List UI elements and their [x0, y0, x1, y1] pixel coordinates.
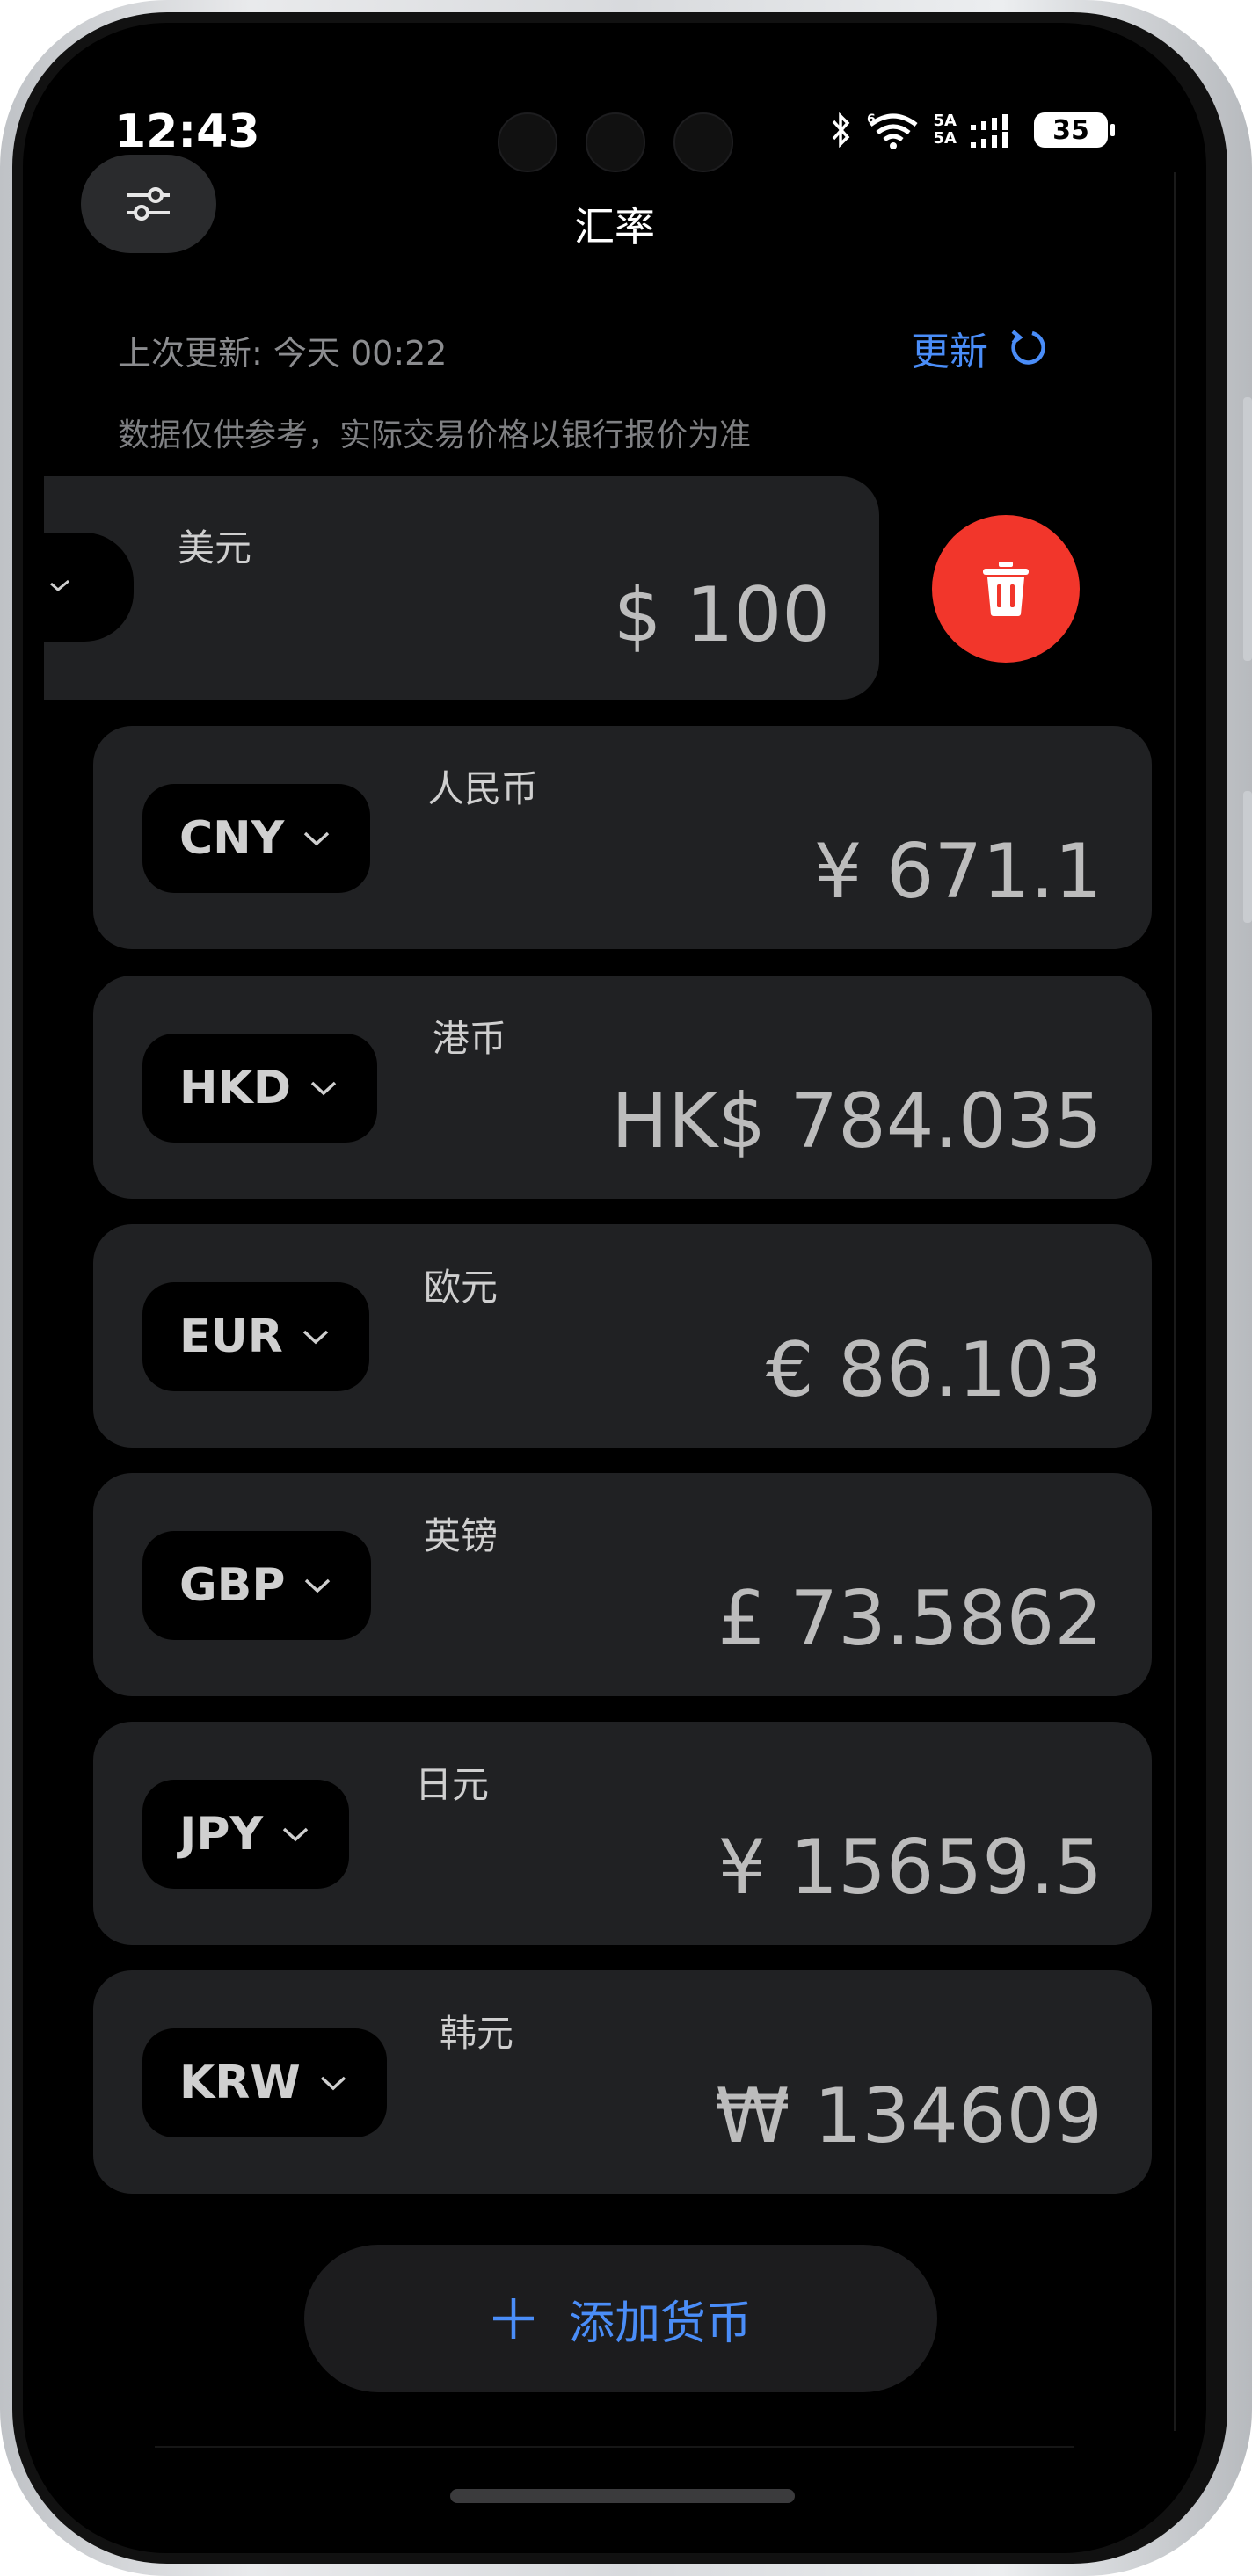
currency-code: HKD: [179, 1062, 291, 1114]
delete-button[interactable]: [932, 515, 1080, 663]
battery-indicator: 35: [1034, 112, 1115, 148]
currency-name: 人民币: [427, 767, 539, 810]
page-title: 汇率: [574, 203, 655, 250]
base-currency-card[interactable]: 美元 $ 100: [44, 476, 879, 700]
chevron-down-icon: [310, 1081, 337, 1096]
currency-amount[interactable]: ¥ 15659.5: [717, 1824, 1103, 1912]
trash-icon: [983, 562, 1029, 616]
refresh-button[interactable]: 更新: [911, 320, 1050, 376]
currency-amount[interactable]: $ 100: [614, 571, 830, 659]
currency-card[interactable]: KRW 韩元 ₩ 134609: [93, 1970, 1152, 2194]
signal-label-sim2: 5A: [933, 129, 957, 148]
chevron-down-icon: [50, 579, 69, 591]
currency-selector[interactable]: CNY: [142, 784, 371, 893]
scroll-track: [1174, 172, 1176, 2431]
chevron-down-icon: [305, 1578, 331, 1593]
last-update-text: 上次更新: 今天 00:22: [118, 334, 448, 373]
currency-code: GBP: [179, 1559, 286, 1612]
sensor-icon: [673, 112, 733, 172]
currency-name: 港币: [433, 1017, 507, 1060]
front-camera-icon: [586, 112, 645, 172]
volume-button: [1243, 397, 1252, 661]
currency-card[interactable]: JPY 日元 ¥ 15659.5: [93, 1722, 1152, 1945]
add-currency-label: 添加货币: [568, 2297, 752, 2350]
currency-name: 英镑: [424, 1514, 499, 1557]
sensor-icon: [498, 112, 557, 172]
currency-selector[interactable]: [44, 533, 134, 642]
currency-amount[interactable]: ₩ 134609: [715, 2072, 1103, 2160]
home-indicator[interactable]: [450, 2489, 795, 2503]
status-icons: 6 5A 5A 35: [828, 111, 1115, 149]
refresh-icon: [1011, 330, 1045, 365]
currency-amount[interactable]: HK$ 784.035: [611, 1078, 1103, 1165]
currency-selector[interactable]: EUR: [142, 1282, 369, 1391]
currency-code: CNY: [179, 812, 285, 865]
svg-text:6: 6: [867, 112, 876, 127]
currency-card[interactable]: GBP 英镑 £ 73.5862: [93, 1473, 1152, 1696]
plus-icon: [492, 2298, 534, 2339]
currency-selector[interactable]: KRW: [142, 2028, 387, 2137]
currency-name: 日元: [415, 1763, 490, 1806]
chevron-down-icon: [320, 2076, 346, 2091]
signal-bars-icon: [971, 114, 1008, 148]
bluetooth-icon: [832, 112, 849, 148]
currency-name: 韩元: [440, 2012, 514, 2055]
disclaimer-text: 数据仅供参考，实际交易价格以银行报价为准: [118, 417, 752, 454]
chevron-down-icon: [282, 1827, 309, 1842]
currency-amount[interactable]: € 86.103: [766, 1326, 1103, 1414]
currency-amount[interactable]: ¥ 671.1: [814, 828, 1103, 916]
status-time: 12:43: [114, 105, 260, 158]
signal-label-sim1: 5A: [933, 112, 957, 130]
divider: [155, 2446, 1074, 2448]
wifi-icon: 6: [867, 112, 918, 149]
signal-indicator: 5A 5A: [934, 112, 957, 148]
currency-code: JPY: [179, 1808, 264, 1861]
refresh-label: 更新: [911, 330, 988, 374]
add-currency-button[interactable]: 添加货币: [304, 2245, 937, 2392]
currency-name: 欧元: [424, 1266, 499, 1309]
screen: 12:43 6 5A 5A 35 汇率 上次更新: 今天 00:22 更新 数据…: [23, 23, 1206, 2553]
chevron-down-icon: [304, 831, 330, 846]
currency-name: 美元: [178, 526, 252, 570]
chevron-down-icon: [302, 1330, 328, 1345]
currency-card[interactable]: CNY 人民币 ¥ 671.1: [93, 726, 1152, 949]
currency-selector[interactable]: GBP: [142, 1531, 372, 1640]
currency-card[interactable]: EUR 欧元 € 86.103: [93, 1224, 1152, 1448]
currency-card[interactable]: HKD 港币 HK$ 784.035: [93, 976, 1152, 1199]
currency-code: KRW: [179, 2057, 301, 2109]
power-button: [1243, 791, 1252, 923]
currency-selector[interactable]: HKD: [142, 1034, 377, 1143]
currency-code: EUR: [179, 1310, 283, 1363]
currency-selector[interactable]: JPY: [142, 1780, 350, 1889]
currency-amount[interactable]: £ 73.5862: [717, 1575, 1103, 1663]
